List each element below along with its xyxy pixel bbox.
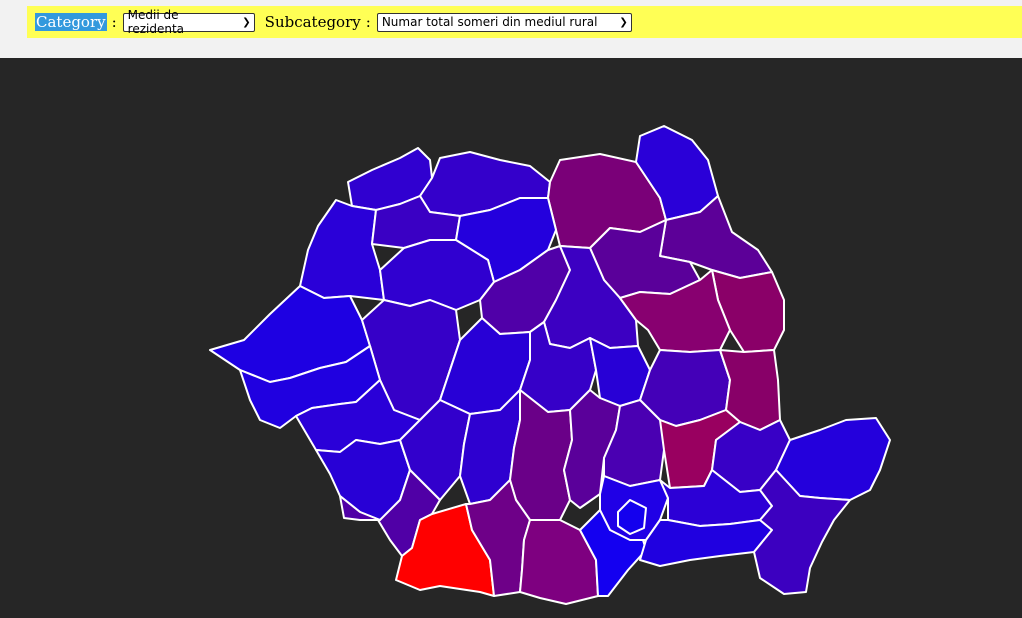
category-label: Category [35, 13, 107, 31]
map-canvas [0, 58, 1022, 618]
category-select[interactable]: Medii de rezidenta ❯ [122, 8, 255, 36]
filter-toolbar: Category : Medii de rezidenta ❯ Subcateg… [27, 6, 1022, 38]
county-calarasi[interactable] [639, 519, 773, 567]
chevron-down-icon: ❯ [242, 16, 251, 28]
chevron-down-icon: ❯ [619, 16, 628, 28]
romania-choropleth-map [209, 125, 891, 605]
subcategory-colon: : [365, 13, 371, 31]
category-select-value: Medii de rezidenta [127, 8, 185, 36]
subcategory-select[interactable]: Numar total someri din mediul rural ❯ [376, 12, 632, 32]
subcategory-label: Subcategory [264, 13, 361, 31]
subcategory-select-value: Numar total someri din mediul rural [381, 15, 598, 29]
category-colon: : [111, 13, 117, 31]
county-bihor[interactable] [299, 199, 385, 301]
